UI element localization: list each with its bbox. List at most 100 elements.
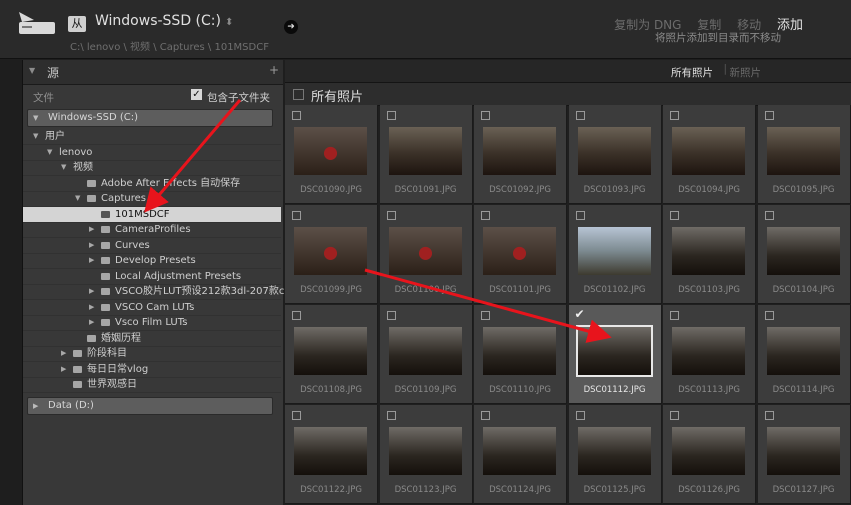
expand-triangle-icon[interactable]: ▶ (89, 284, 94, 299)
folder-row[interactable]: ▶ Vsco Film LUTs (23, 315, 281, 331)
photo-thumbnail[interactable] (483, 327, 556, 375)
photo-cell[interactable]: DSC01109.JPG (379, 305, 473, 404)
photo-checkbox[interactable] (764, 311, 774, 320)
photo-checkbox[interactable] (670, 411, 679, 420)
photo-cell[interactable]: DSC01125.JPG (568, 405, 662, 504)
photo-checkbox[interactable] (386, 411, 396, 420)
dropdown-arrow-icon[interactable]: ⬍ (225, 17, 233, 28)
photo-checkbox[interactable] (386, 111, 396, 120)
photo-cell[interactable]: ✔ DSC01112.JPG (568, 305, 662, 404)
photo-checkbox[interactable] (575, 211, 585, 220)
photo-checkbox[interactable] (481, 211, 490, 220)
folder-row[interactable]: 101MSDCF (23, 206, 281, 223)
photo-checkbox[interactable] (575, 411, 585, 420)
photo-thumbnail[interactable] (766, 227, 840, 275)
photo-cell[interactable]: DSC01114.JPG (757, 305, 851, 404)
photo-cell[interactable]: DSC01094.JPG (663, 105, 756, 204)
photo-thumbnail[interactable] (577, 127, 651, 175)
photo-checkbox[interactable] (764, 111, 774, 120)
collapse-triangle-icon[interactable]: ▼ (29, 66, 35, 75)
photo-thumbnail[interactable] (294, 327, 367, 375)
collapse-triangle-icon[interactable]: ▼ (75, 191, 80, 206)
folder-row[interactable]: ▼ 用户 (23, 129, 281, 145)
photo-checkbox[interactable] (292, 311, 301, 320)
photo-checkbox[interactable] (575, 111, 585, 120)
photo-thumbnail[interactable] (672, 227, 745, 275)
photo-cell[interactable]: DSC01122.JPG (285, 405, 378, 504)
checkmark-icon[interactable]: ✔ (575, 307, 585, 321)
photo-cell[interactable]: DSC01103.JPG (663, 205, 756, 304)
folder-row[interactable]: ▼ Captures (23, 191, 281, 207)
collapse-triangle-icon[interactable]: ▼ (47, 145, 52, 160)
photo-cell[interactable]: DSC01099.JPG (285, 205, 378, 304)
photo-thumbnail[interactable] (672, 427, 745, 475)
drive-d-row[interactable]: ▶ Data (D:) (27, 397, 273, 415)
select-all-checkbox[interactable] (293, 89, 304, 100)
hard-drive-icon[interactable] (18, 10, 56, 36)
expand-triangle-icon[interactable]: ▶ (33, 398, 38, 414)
photo-checkbox[interactable] (292, 111, 301, 120)
expand-triangle-icon[interactable]: ▶ (61, 362, 66, 377)
photo-checkbox[interactable] (481, 111, 490, 120)
photo-thumbnail[interactable] (575, 325, 653, 377)
plus-icon[interactable]: + (269, 63, 279, 77)
photo-cell[interactable]: DSC01092.JPG (474, 105, 567, 204)
photo-thumbnail[interactable] (388, 427, 462, 475)
photo-cell[interactable]: DSC01091.JPG (379, 105, 473, 204)
arrow-right-icon[interactable]: ➜ (284, 20, 298, 34)
collapse-triangle-icon[interactable]: ▼ (61, 160, 66, 175)
filter-new-photos[interactable]: 新照片 (730, 65, 762, 80)
source-selector[interactable]: Windows-SSD (C:) ⬍ (95, 13, 233, 29)
photo-cell[interactable]: DSC01104.JPG (757, 205, 851, 304)
photo-thumbnail[interactable] (766, 427, 840, 475)
photo-thumbnail[interactable] (483, 427, 556, 475)
folder-row[interactable]: ▼ lenovo (23, 145, 281, 161)
photo-checkbox[interactable] (764, 411, 774, 420)
photo-thumbnail[interactable] (483, 227, 556, 275)
folder-row[interactable]: ▶ 每日日常vlog (23, 362, 281, 378)
photo-cell[interactable]: DSC01093.JPG (568, 105, 662, 204)
photo-thumbnail[interactable] (766, 127, 840, 175)
photo-cell[interactable]: DSC01124.JPG (474, 405, 567, 504)
photo-thumbnail[interactable] (577, 227, 651, 275)
collapse-triangle-icon[interactable]: ▼ (33, 129, 38, 144)
photo-checkbox[interactable] (764, 211, 774, 220)
folder-row[interactable]: ▶ Curves (23, 238, 281, 254)
photo-cell[interactable]: DSC01110.JPG (474, 305, 567, 404)
photo-checkbox[interactable] (386, 211, 396, 220)
photo-thumbnail[interactable] (388, 127, 462, 175)
photo-checkbox[interactable] (670, 211, 679, 220)
photo-cell[interactable]: DSC01095.JPG (757, 105, 851, 204)
folder-row[interactable]: ▶ Develop Presets (23, 253, 281, 269)
photo-checkbox[interactable] (292, 411, 301, 420)
photo-thumbnail[interactable] (672, 127, 745, 175)
photo-cell[interactable]: DSC01126.JPG (663, 405, 756, 504)
photo-thumbnail[interactable] (672, 327, 745, 375)
drive-c-row[interactable]: ▼ Windows-SSD (C:) (27, 109, 273, 127)
include-subfolders-checkbox[interactable]: ✓ (191, 89, 202, 100)
source-panel-header[interactable]: ▼ 源 + (23, 60, 283, 85)
photo-checkbox[interactable] (670, 311, 679, 320)
expand-triangle-icon[interactable]: ▶ (89, 238, 94, 253)
expand-triangle-icon[interactable]: ▶ (89, 253, 94, 268)
photo-thumbnail[interactable] (294, 127, 367, 175)
folder-row[interactable]: ▶ VSCO胶片LUT预设212款3dl-207款cub... (23, 284, 307, 300)
photo-thumbnail[interactable] (766, 327, 840, 375)
include-subfolders-label[interactable]: 包含子文件夹 (207, 90, 270, 105)
folder-row[interactable]: ▶ 阶段科目 (23, 346, 281, 362)
photo-cell[interactable]: DSC01100.JPG (379, 205, 473, 304)
expand-triangle-icon[interactable]: ▶ (89, 315, 94, 330)
folder-row[interactable]: Adobe After Effects 自动保存 (23, 176, 281, 192)
folder-row[interactable]: ▼ 视频 (23, 160, 281, 176)
photo-checkbox[interactable] (481, 411, 490, 420)
folder-row[interactable]: 世界观感日 (23, 377, 281, 393)
folder-row[interactable]: 婚姻历程 (23, 331, 281, 347)
expand-triangle-icon[interactable]: ▶ (61, 346, 66, 361)
photo-checkbox[interactable] (386, 311, 396, 320)
photo-thumbnail[interactable] (577, 427, 651, 475)
photo-thumbnail[interactable] (294, 427, 367, 475)
photo-thumbnail[interactable] (294, 227, 367, 275)
photo-thumbnail[interactable] (388, 327, 462, 375)
photo-checkbox[interactable] (670, 111, 679, 120)
folder-row[interactable]: Local Adjustment Presets (23, 269, 281, 285)
